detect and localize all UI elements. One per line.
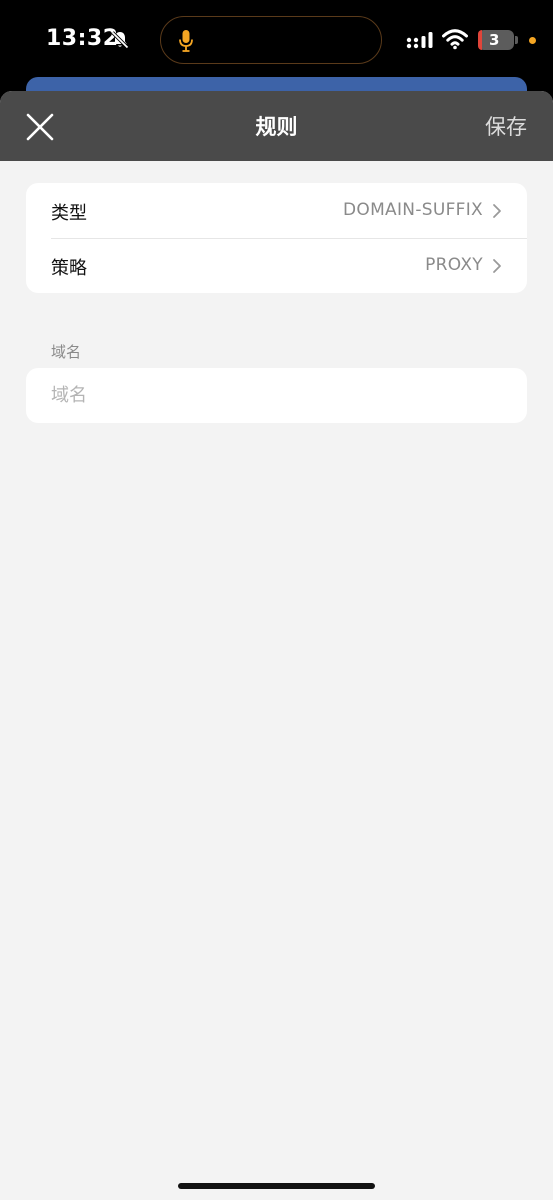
rule-type-row[interactable]: 类型 DOMAIN-SUFFIX <box>26 183 527 239</box>
microphone-icon <box>179 30 193 52</box>
wifi-icon <box>442 29 468 50</box>
battery-level-fill <box>478 30 482 50</box>
bell-slash-icon <box>111 31 129 49</box>
rule-policy-value: PROXY <box>425 255 483 275</box>
phone-screen: 13:32 3 规则 保存 类型 DOMAIN-SUFFIX 策略 PROXY … <box>0 0 553 1200</box>
domain-input-card <box>26 368 527 423</box>
battery-tip <box>515 36 518 44</box>
dynamic-island[interactable] <box>160 16 382 64</box>
save-button[interactable]: 保存 <box>485 111 527 141</box>
nav-bar: 规则 保存 <box>0 91 553 161</box>
chevron-right-icon <box>493 204 501 218</box>
page-title: 规则 <box>255 115 298 139</box>
rule-policy-label: 策略 <box>51 258 87 279</box>
cellular-signal-icon <box>406 32 433 49</box>
status-time: 13:32 <box>46 26 119 51</box>
rule-sheet: 规则 保存 类型 DOMAIN-SUFFIX 策略 PROXY 域名 <box>0 91 553 1200</box>
domain-section-label: 域名 <box>51 343 82 361</box>
rule-type-label: 类型 <box>51 203 87 224</box>
rule-policy-row[interactable]: 策略 PROXY <box>26 238 527 293</box>
chevron-right-icon <box>493 259 501 273</box>
domain-input[interactable] <box>51 368 501 423</box>
home-indicator[interactable] <box>178 1183 375 1189</box>
rule-settings-group: 类型 DOMAIN-SUFFIX 策略 PROXY <box>26 183 527 293</box>
status-bar: 13:32 3 <box>0 0 553 80</box>
rule-type-value: DOMAIN-SUFFIX <box>343 200 483 220</box>
privacy-indicator-dot <box>529 37 536 44</box>
battery-indicator: 3 <box>478 30 514 50</box>
